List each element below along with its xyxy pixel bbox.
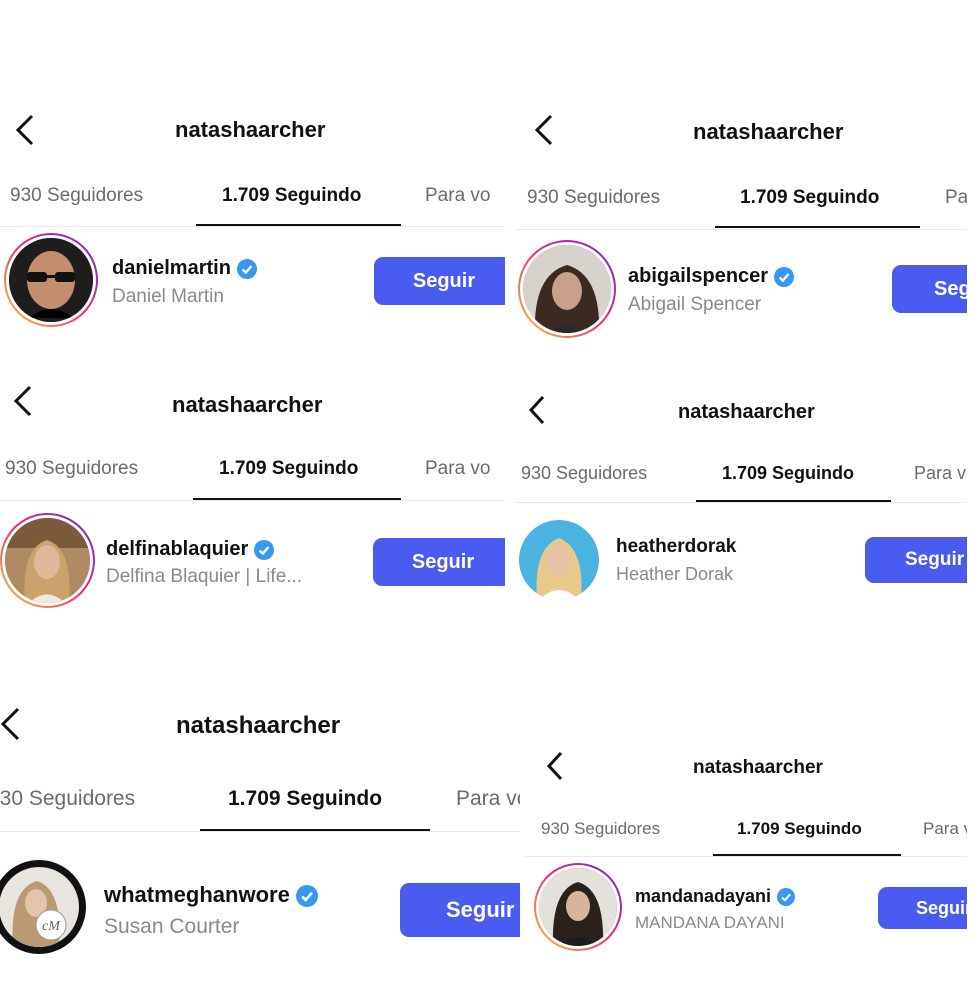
page-title: natashaarcher [678, 401, 815, 423]
username-text: abigailspencer [628, 265, 769, 287]
screenshot-panel-6: natashaarcher 930 Seguidores 1.709 Segui… [525, 730, 967, 986]
full-name: Delfina Blaquier | Life... [106, 566, 303, 587]
follow-button[interactable]: Seguir [865, 537, 967, 583]
profile-photo-icon[interactable] [2, 515, 93, 606]
divider [515, 502, 967, 503]
tab-followers[interactable]: 930 Seguidores [5, 458, 138, 480]
page-title: natashaarcher [693, 119, 844, 144]
profile-photo-icon[interactable] [519, 520, 599, 600]
full-name: Susan Courter [104, 915, 240, 938]
follow-button[interactable]: Seguir [878, 887, 967, 929]
follow-button[interactable]: Seguir [373, 538, 505, 586]
back-arrow-icon[interactable] [527, 394, 547, 426]
tab-followers[interactable]: 930 Seguidores [10, 185, 143, 207]
username[interactable]: mandanadayani [635, 886, 796, 907]
profile-photo-icon[interactable] [6, 235, 96, 325]
back-arrow-icon[interactable] [0, 706, 22, 742]
full-name: Abigail Spencer [628, 294, 762, 315]
page-title: natashaarcher [693, 757, 823, 778]
back-arrow-icon[interactable] [533, 113, 555, 147]
back-arrow-icon[interactable] [14, 113, 36, 147]
page-title: natashaarcher [175, 117, 326, 142]
divider [0, 226, 505, 227]
full-name: Daniel Martin [112, 286, 224, 307]
tab-for-you[interactable]: Para vo [456, 787, 520, 811]
username-text: mandanadayani [635, 886, 772, 906]
page-title: natashaarcher [176, 712, 341, 739]
verified-badge-icon [295, 885, 318, 908]
verified-badge-icon [777, 888, 796, 907]
screenshot-panel-4: natashaarcher 930 Seguidores 1.709 Segui… [515, 370, 967, 620]
active-tab-underline [715, 226, 920, 228]
verified-badge-icon [774, 266, 795, 287]
full-name: Heather Dorak [616, 564, 734, 584]
tab-for-you[interactable]: Para vo [425, 185, 490, 207]
verified-badge-icon [236, 258, 257, 279]
profile-photo-icon[interactable]: cM [0, 864, 82, 950]
tab-for-you[interactable]: Para vo [945, 187, 967, 209]
divider [0, 500, 505, 501]
username[interactable]: delfinablaquier [106, 538, 275, 561]
back-arrow-icon[interactable] [545, 750, 565, 782]
verified-badge-icon [254, 539, 275, 560]
username[interactable]: heatherdorak [616, 536, 736, 558]
profile-photo-icon[interactable] [520, 242, 614, 336]
screenshot-panel-3: natashaarcher 930 Seguidores 1.709 Segui… [0, 370, 505, 620]
divider [525, 856, 967, 857]
divider [0, 831, 520, 832]
page-title: natashaarcher [172, 392, 323, 417]
username[interactable]: whatmeghanwore [104, 882, 318, 908]
username[interactable]: danielmartin [112, 257, 257, 280]
tab-followers[interactable]: 930 Seguidores [521, 463, 647, 484]
screenshot-panel-2: natashaarcher 930 Seguidores 1.709 Segui… [515, 95, 967, 350]
tab-following[interactable]: 1.709 Seguindo [228, 787, 382, 811]
divider [515, 229, 967, 230]
tab-for-you[interactable]: Para vo [923, 819, 967, 839]
username-text: delfinablaquier [106, 538, 249, 560]
tab-following[interactable]: 1.709 Seguindo [740, 187, 879, 209]
tab-following[interactable]: 1.709 Seguindo [219, 458, 358, 480]
tab-followers[interactable]: 930 Seguidores [527, 187, 660, 209]
tab-for-you[interactable]: Para vo [425, 458, 490, 480]
username-text: danielmartin [112, 257, 231, 279]
username[interactable]: abigailspencer [628, 265, 795, 288]
follow-button[interactable]: Seguir [374, 257, 505, 305]
tab-followers[interactable]: 930 Seguidores [0, 787, 135, 811]
screenshot-panel-1: natashaarcher 930 Seguidores 1.709 Segui… [0, 95, 505, 350]
tab-following[interactable]: 1.709 Seguindo [222, 185, 361, 207]
back-arrow-icon[interactable] [12, 384, 34, 418]
tab-followers[interactable]: 930 Seguidores [541, 819, 660, 839]
full-name: MANDANA DAYANI [635, 913, 785, 932]
follow-button[interactable]: Seguir [892, 265, 967, 313]
profile-photo-icon[interactable] [536, 865, 620, 949]
username-text: whatmeghanwore [104, 882, 290, 907]
svg-text:cM: cM [42, 919, 61, 934]
tab-following[interactable]: 1.709 Seguindo [737, 819, 862, 839]
tab-for-you[interactable]: Para vo [914, 463, 967, 484]
tab-following[interactable]: 1.709 Seguindo [722, 463, 854, 484]
screenshot-panel-5: natashaarcher 930 Seguidores 1.709 Segui… [0, 690, 520, 986]
follow-button[interactable]: Seguir [400, 883, 520, 937]
